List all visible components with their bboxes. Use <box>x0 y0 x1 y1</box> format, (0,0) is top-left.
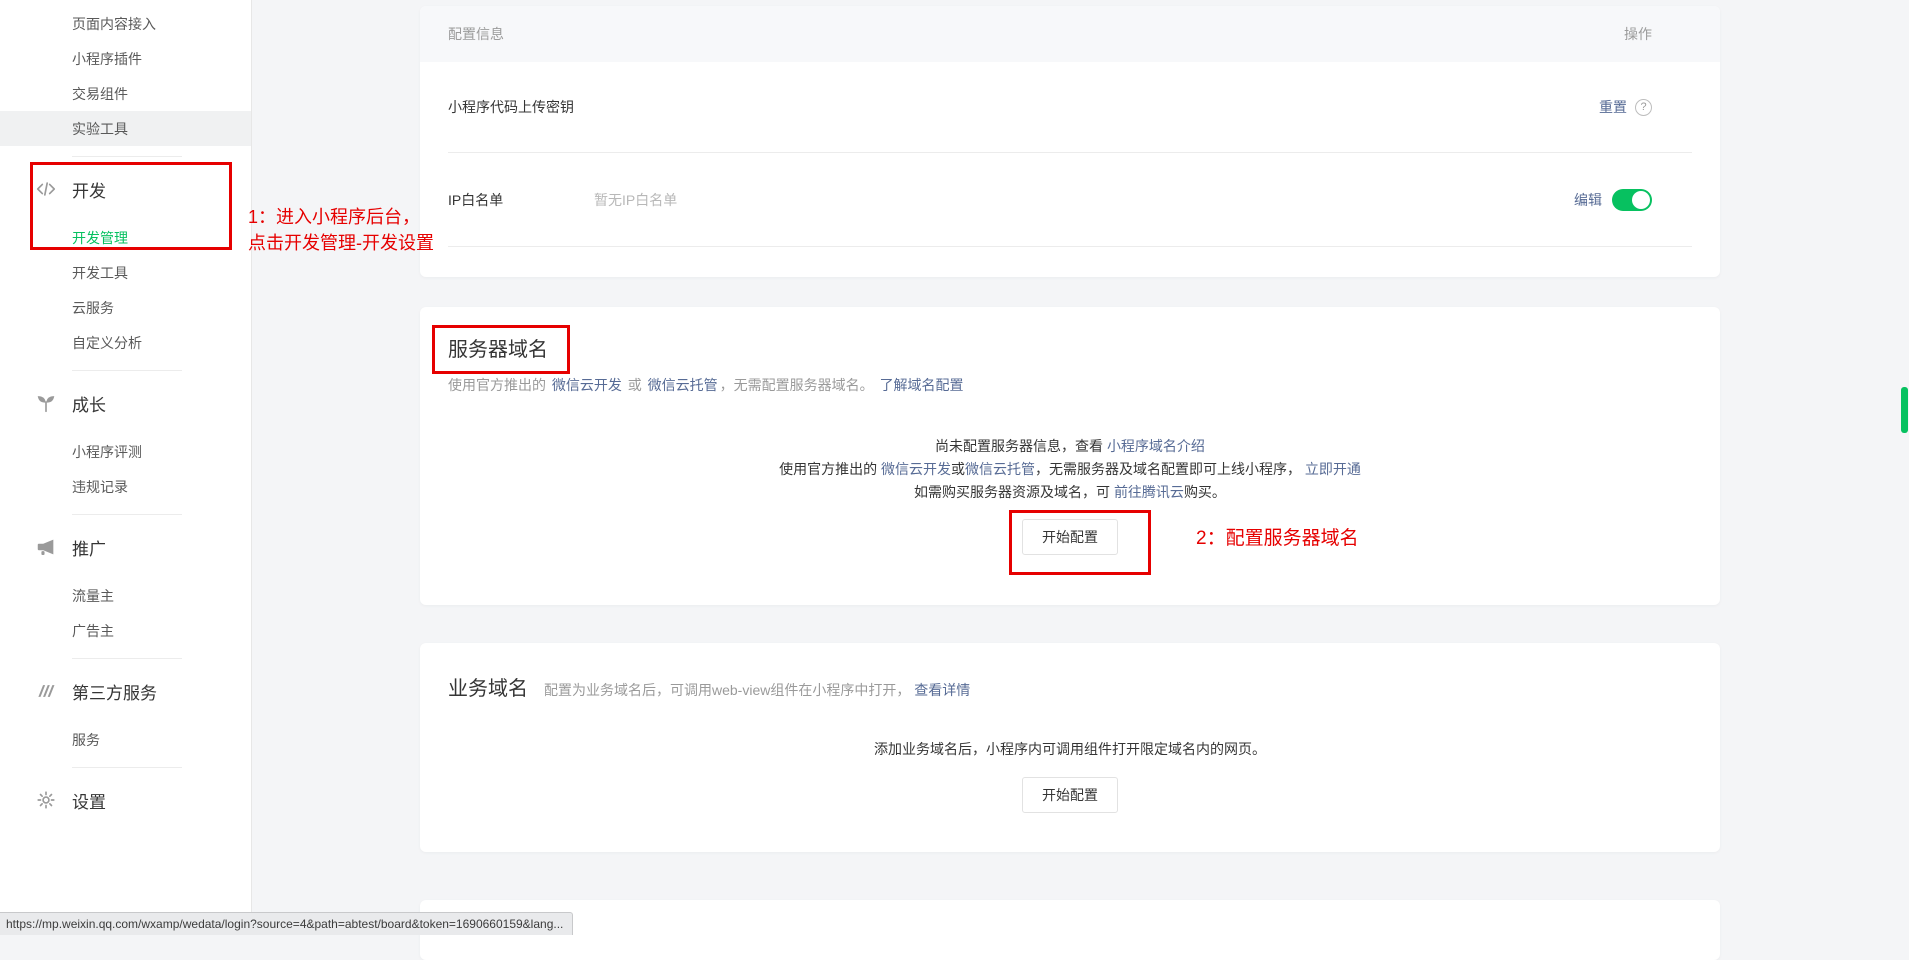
nav-section-settings[interactable]: 设置 <box>0 778 251 822</box>
gear-icon <box>35 789 57 811</box>
server-domain-info-line1: 尚未配置服务器信息，查看 小程序域名介绍 <box>448 435 1692 458</box>
sidebar-divider <box>72 156 182 157</box>
server-domain-button-row: 开始配置 2：配置服务器域名 <box>448 519 1692 555</box>
nav-miniprogram-plugin[interactable]: 小程序插件 <box>0 41 251 76</box>
nav-dev-management[interactable]: 开发管理 <box>0 220 251 255</box>
megaphone-icon <box>35 536 57 558</box>
reset-link[interactable]: 重置 <box>1599 97 1627 117</box>
link-activate-now[interactable]: 立即开通 <box>1305 461 1361 477</box>
business-domain-description: 添加业务域名后，小程序内可调用组件打开限定域名内的网页。 <box>448 739 1692 759</box>
link-learn-domain-config[interactable]: 了解域名配置 <box>880 377 964 393</box>
text-segment: 或 <box>951 461 965 477</box>
link-mp-domain-intro[interactable]: 小程序域名介绍 <box>1107 438 1205 454</box>
server-domain-info-line3: 如需购买服务器资源及域名，可 前往腾讯云购买。 <box>448 481 1692 504</box>
config-table-body: 小程序代码上传密钥 重置 ? IP白名单 暂无IP白名单 编辑 <box>448 62 1692 247</box>
nav-service[interactable]: 服务 <box>0 722 251 757</box>
annotation-step1-line2: 点击开发管理-开发设置 <box>248 230 434 256</box>
ip-whitelist-toggle[interactable] <box>1612 189 1652 211</box>
annotation-step1-line1: 1：进入小程序后台， <box>248 204 434 230</box>
sprout-icon <box>35 392 57 414</box>
link-wechat-cloud-dev-2[interactable]: 微信云开发 <box>881 461 951 477</box>
text-segment: ，无需配置服务器域名。 <box>720 377 878 393</box>
text-segment: 或 <box>624 377 646 393</box>
business-domain-title: 业务域名 <box>448 672 528 701</box>
business-domain-card: 业务域名 配置为业务域名后，可调用web-view组件在小程序中打开， 查看详情… <box>420 643 1720 852</box>
nav-section-development[interactable]: 开发 <box>0 167 251 211</box>
config-info-card: 配置信息 操作 小程序代码上传密钥 重置 ? IP白名单 暂无IP白名单 编辑 <box>420 6 1720 277</box>
text-segment: 配置为业务域名后，可调用web-view组件在小程序中打开， <box>544 682 914 698</box>
sidebar-section-label: 第三方服务 <box>72 679 157 704</box>
server-domain-configure-button[interactable]: 开始配置 <box>1022 519 1118 555</box>
sidebar-nav: 页面内容接入小程序插件交易组件实验工具开发开发管理开发工具云服务自定义分析成长小… <box>0 6 251 822</box>
nav-experiment-tools[interactable]: 实验工具 <box>0 111 251 146</box>
help-icon[interactable]: ? <box>1635 99 1652 116</box>
nav-cloud-service[interactable]: 云服务 <box>0 290 251 325</box>
sidebar-section-label: 推广 <box>72 535 106 560</box>
nav-traffic-owner[interactable]: 流量主 <box>0 578 251 613</box>
nav-section-promotion[interactable]: 推广 <box>0 525 251 569</box>
link-goto-tencent-cloud[interactable]: 前往腾讯云 <box>1114 484 1184 500</box>
annotation-step1: 1：进入小程序后台， 点击开发管理-开发设置 <box>248 204 434 256</box>
ip-whitelist-value: 暂无IP白名单 <box>594 190 677 210</box>
sidebar-section-label: 设置 <box>72 788 106 813</box>
server-domain-title: 服务器域名 <box>448 336 548 364</box>
sidebar-divider <box>72 514 182 515</box>
nav-trade-component[interactable]: 交易组件 <box>0 76 251 111</box>
ip-whitelist-label: IP白名单 <box>448 190 552 210</box>
table-row-upload-key: 小程序代码上传密钥 重置 ? <box>448 62 1692 153</box>
upload-key-label: 小程序代码上传密钥 <box>448 97 574 117</box>
annotation-step2: 2：配置服务器域名 <box>1196 523 1359 550</box>
link-wechat-cloud-dev[interactable]: 微信云开发 <box>552 377 622 393</box>
nav-custom-analysis[interactable]: 自定义分析 <box>0 325 251 360</box>
text-segment: 购买。 <box>1184 484 1226 500</box>
next-card-peek <box>420 900 1720 960</box>
text-segment: 使用官方推出的 <box>448 377 550 393</box>
server-domain-title-wrap: 服务器域名 <box>448 336 548 364</box>
code-icon <box>35 178 57 200</box>
text-segment: ，无需服务器及域名配置即可上线小程序， <box>1035 461 1305 477</box>
sidebar: 页面内容接入小程序插件交易组件实验工具开发开发管理开发工具云服务自定义分析成长小… <box>0 0 252 935</box>
sidebar-divider <box>72 370 182 371</box>
status-url-bar: https://mp.weixin.qq.com/wxamp/wedata/lo… <box>0 912 573 935</box>
nav-section-growth[interactable]: 成长 <box>0 381 251 425</box>
business-domain-subtitle: 配置为业务域名后，可调用web-view组件在小程序中打开， 查看详情 <box>544 680 970 700</box>
business-domain-configure-button[interactable]: 开始配置 <box>1022 777 1118 813</box>
ip-whitelist-actions: 编辑 <box>1574 189 1652 211</box>
sidebar-divider <box>72 767 182 768</box>
edit-link[interactable]: 编辑 <box>1574 190 1602 210</box>
upload-key-actions: 重置 ? <box>1599 97 1652 117</box>
link-wechat-cloud-hosting-2[interactable]: 微信云托管 <box>965 461 1035 477</box>
link-view-details[interactable]: 查看详情 <box>914 682 970 698</box>
config-table-header: 配置信息 操作 <box>420 6 1720 62</box>
status-url-text: https://mp.weixin.qq.com/wxamp/wedata/lo… <box>6 917 563 931</box>
config-header-label: 配置信息 <box>448 24 504 44</box>
main-content: 配置信息 操作 小程序代码上传密钥 重置 ? IP白名单 暂无IP白名单 编辑 <box>252 0 1909 935</box>
text-segment: 使用官方推出的 <box>779 461 881 477</box>
scrollbar-thumb[interactable] <box>1901 387 1908 433</box>
business-domain-title-row: 业务域名 配置为业务域名后，可调用web-view组件在小程序中打开， 查看详情 <box>448 672 1692 701</box>
server-domain-button-anchor: 开始配置 2：配置服务器域名 <box>1022 519 1118 555</box>
server-domain-info: 尚未配置服务器信息，查看 小程序域名介绍 使用官方推出的 微信云开发或微信云托管… <box>448 435 1692 504</box>
nav-advertiser[interactable]: 广告主 <box>0 613 251 648</box>
sidebar-section-label: 开发 <box>72 177 106 202</box>
server-domain-info-line2: 使用官方推出的 微信云开发或微信云托管，无需服务器及域名配置即可上线小程序， 立… <box>448 458 1692 481</box>
nav-section-third-party[interactable]: 第三方服务 <box>0 669 251 713</box>
business-domain-button-row: 开始配置 <box>448 777 1692 813</box>
text-segment: 如需购买服务器资源及域名，可 <box>914 484 1114 500</box>
table-row-ip-whitelist: IP白名单 暂无IP白名单 编辑 <box>448 153 1692 247</box>
nav-dev-tools[interactable]: 开发工具 <box>0 255 251 290</box>
sidebar-divider <box>72 658 182 659</box>
server-domain-subtitle: 使用官方推出的 微信云开发 或 微信云托管，无需配置服务器域名。 了解域名配置 <box>448 375 1692 395</box>
sidebar-section-label: 成长 <box>72 391 106 416</box>
link-wechat-cloud-hosting[interactable]: 微信云托管 <box>648 377 718 393</box>
text-segment: 尚未配置服务器信息，查看 <box>935 438 1107 454</box>
server-domain-card: 服务器域名 使用官方推出的 微信云开发 或 微信云托管，无需配置服务器域名。 了… <box>420 307 1720 605</box>
config-header-action-label: 操作 <box>1624 24 1652 44</box>
nav-mp-evaluation[interactable]: 小程序评测 <box>0 434 251 469</box>
third-party-icon <box>35 680 57 702</box>
nav-violation-records[interactable]: 违规记录 <box>0 469 251 504</box>
nav-page-content-access[interactable]: 页面内容接入 <box>0 6 251 41</box>
